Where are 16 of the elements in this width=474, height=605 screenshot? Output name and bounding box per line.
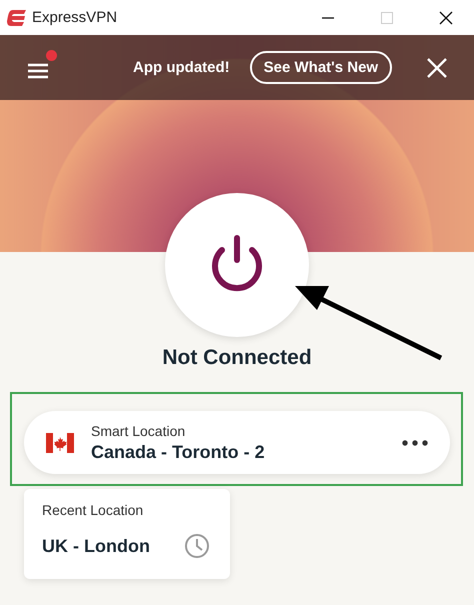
- menu-button[interactable]: [27, 50, 57, 78]
- clock-icon: [184, 533, 210, 559]
- recent-location-card[interactable]: Recent Location UK - London: [24, 489, 230, 579]
- window-title: ExpressVPN: [32, 9, 118, 26]
- location-name: Canada - Toronto - 2: [91, 442, 265, 462]
- flag-icon: [46, 432, 74, 452]
- location-label: Smart Location: [91, 422, 186, 438]
- whats-new-button[interactable]: See What's New: [250, 51, 392, 84]
- location-card[interactable]: Smart Location Canada - Toronto - 2: [24, 411, 450, 474]
- logo-icon: [7, 10, 27, 26]
- connection-status: Not Connected: [161, 346, 313, 370]
- more-icon[interactable]: [402, 440, 428, 446]
- close-icon[interactable]: [438, 10, 454, 26]
- recent-location-name: UK - London: [42, 536, 150, 556]
- update-message: App updated!: [133, 59, 230, 76]
- recent-location-label: Recent Location: [42, 502, 144, 518]
